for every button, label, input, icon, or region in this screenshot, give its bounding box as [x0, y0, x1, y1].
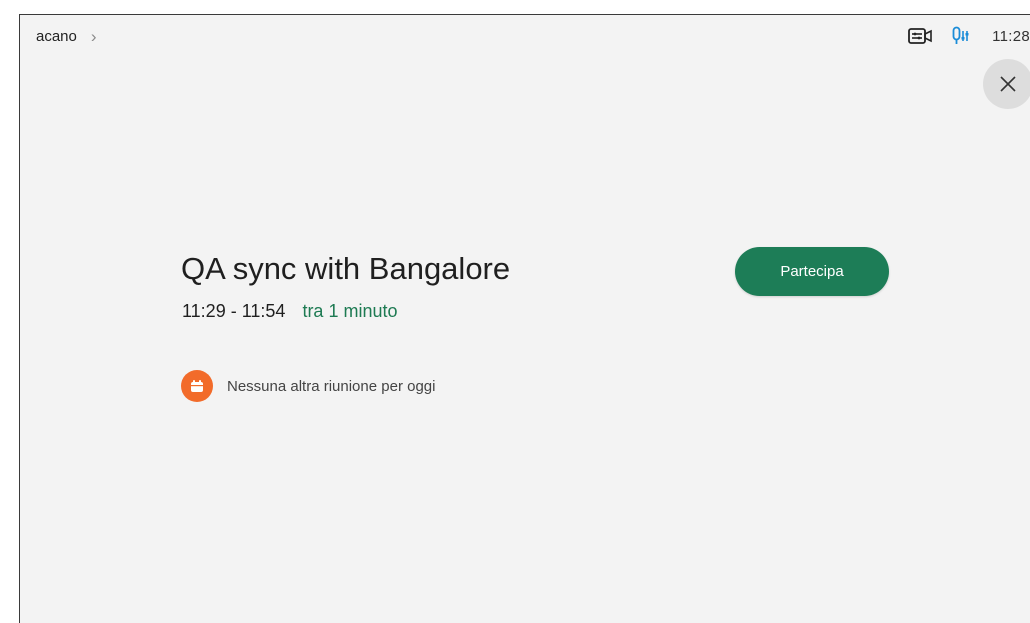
chevron-right-icon: › — [90, 27, 97, 46]
meeting-title: QA sync with Bangalore — [181, 251, 511, 286]
meeting-relative-time: tra 1 minuto — [302, 301, 398, 321]
breadcrumb-label: acano — [36, 28, 77, 45]
join-button-label: Partecipa — [780, 263, 844, 280]
meeting-time-range: 11:29 - 11:54 — [182, 301, 286, 321]
no-more-meetings-text: Nessuna altra riunione per oggi — [227, 377, 436, 395]
clock: 11:28 — [992, 27, 1030, 45]
microphone-settings-icon[interactable] — [952, 26, 970, 46]
close-button[interactable] — [983, 59, 1030, 109]
meeting-time: 11:29 - 11:54 tra 1 minuto — [182, 301, 397, 322]
no-more-meetings-notice: Nessuna altra riunione per oggi — [181, 370, 435, 402]
calendar-icon — [181, 370, 213, 402]
touch-panel-screen: acano › 11:28 QA sync with Bangalore 11:… — [19, 14, 1030, 623]
close-icon — [1000, 76, 1016, 92]
join-button[interactable]: Partecipa — [735, 247, 889, 296]
breadcrumb[interactable]: acano › — [36, 28, 97, 45]
status-bar: 11:28 — [908, 26, 1030, 46]
camera-settings-icon[interactable] — [908, 27, 932, 45]
